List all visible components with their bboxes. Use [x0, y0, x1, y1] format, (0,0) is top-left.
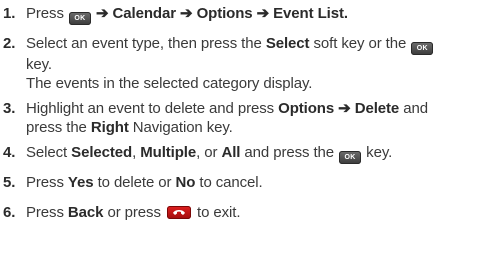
select-soft-key-label: Select — [265, 35, 310, 52]
yes-label: Yes — [67, 174, 94, 191]
step-text-run: and press the — [244, 144, 335, 161]
menu-path-calendar: Calendar — [112, 5, 176, 22]
step-text-run: or press — [107, 204, 161, 221]
menu-path-event-list: Event List. — [273, 5, 348, 22]
step-line: key. — [26, 55, 492, 74]
phone-handset-icon — [172, 210, 185, 215]
menu-path-options: Options — [196, 5, 253, 22]
step-text-run: Navigation key. — [132, 119, 233, 136]
arrow-icon: ➔ — [256, 5, 270, 22]
step-text: Highlight an event to delete and press O… — [26, 99, 492, 137]
ok-key-icon: OK — [68, 12, 91, 25]
right-key-label: Right — [90, 119, 129, 136]
all-option-label: All — [221, 144, 241, 161]
step-number: 6. — [3, 204, 16, 221]
step-number: 1. — [3, 5, 16, 22]
step-text: Select Selected, Multiple, or All and pr… — [26, 143, 492, 164]
step-text-run: Press — [26, 204, 64, 221]
step-line: Highlight an event to delete and press O… — [26, 99, 492, 118]
step-text-run: and — [403, 100, 428, 117]
step-number: 5. — [3, 174, 16, 191]
step-text-run: Press — [26, 5, 64, 22]
back-label: Back — [67, 204, 104, 221]
multiple-option-label: Multiple — [140, 144, 197, 161]
step-text: Press Yes to delete or No to cancel. — [26, 173, 492, 192]
step-text-run: Highlight an event to delete and press — [26, 100, 275, 117]
no-label: No — [175, 174, 196, 191]
step-number: 3. — [3, 100, 16, 117]
step-line: press the Right Navigation key. — [26, 118, 492, 137]
step-text-run: , — [132, 144, 137, 161]
step-number: 2. — [3, 35, 16, 52]
arrow-icon: ➔ — [180, 5, 193, 22]
step-text-run: press the — [26, 119, 87, 136]
step-text-run: Press — [26, 174, 64, 191]
step-text-run: to delete or — [97, 174, 172, 191]
step-text: Select an event type, then press the Sel… — [26, 34, 492, 93]
selected-option-label: Selected — [71, 144, 133, 161]
step-text-run: key. — [26, 56, 52, 73]
arrow-icon: ➔ — [338, 100, 351, 117]
step-text-run: key. — [366, 144, 393, 161]
arrow-icon: ➔ — [96, 5, 109, 22]
step-line: Select an event type, then press the Sel… — [26, 34, 492, 55]
step-text: Press Back or press to exit. — [26, 203, 492, 222]
step-text: Press OK ➔ Calendar ➔ Options ➔ Event Li… — [26, 4, 492, 25]
step-text-run: Select — [26, 144, 68, 161]
delete-label: Delete — [354, 100, 400, 117]
step-text-run: Select an event type, then press the — [26, 35, 262, 52]
step-number: 4. — [3, 144, 16, 161]
ok-key-icon: OK — [411, 42, 434, 55]
step-text-run: to exit. — [197, 204, 241, 221]
step-text-run: soft key or the — [313, 35, 407, 52]
step-text-run: to cancel. — [199, 174, 263, 191]
step-text-run: , or — [196, 144, 218, 161]
options-label: Options — [278, 100, 335, 117]
step-note: The events in the selected category disp… — [26, 75, 313, 92]
end-call-key-icon — [166, 206, 191, 219]
ok-key-icon: OK — [339, 151, 362, 164]
